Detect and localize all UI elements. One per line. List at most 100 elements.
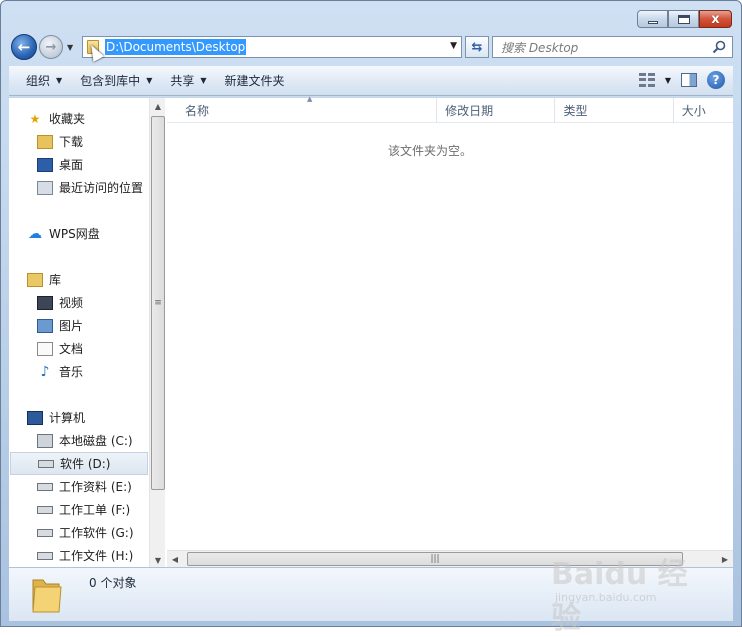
maximize-button[interactable]: [668, 10, 699, 28]
address-path[interactable]: D:\Documents\Desktop: [105, 39, 247, 55]
share-menu[interactable]: 共享 ▼: [161, 66, 215, 95]
picture-icon: [37, 318, 53, 333]
column-type-label: 类型: [563, 104, 588, 118]
column-modified[interactable]: 修改日期: [437, 98, 556, 123]
computer-icon: [27, 410, 43, 425]
drive-icon: [37, 482, 53, 491]
sidebar-item-desktop[interactable]: 桌面: [37, 153, 165, 176]
refresh-icon: ⇆: [471, 39, 483, 55]
sidebar-item-drive-e[interactable]: 工作资料 (E:): [37, 475, 165, 498]
folder-icon: [32, 579, 62, 613]
chevron-down-icon: ▼: [56, 76, 63, 85]
search-icon[interactable]: [712, 40, 726, 54]
arrow-right-icon: →: [45, 39, 57, 55]
minimize-button[interactable]: [637, 10, 668, 28]
scroll-right-icon[interactable]: ▶: [717, 551, 733, 567]
column-type[interactable]: 类型: [555, 98, 674, 123]
sidebar-item-label: 软件 (D:): [60, 457, 111, 471]
sidebar-item-videos[interactable]: 视频: [37, 291, 165, 314]
music-note-icon: ♪: [40, 363, 50, 380]
file-list-pane[interactable]: ▲ 名称 修改日期 类型 大小 该文件夹为空。: [167, 95, 733, 568]
library-icon: [27, 272, 43, 287]
refresh-button[interactable]: ⇆: [465, 36, 489, 58]
sidebar-item-label: 收藏夹: [49, 112, 86, 126]
new-folder-button[interactable]: 新建文件夹: [216, 66, 294, 95]
sidebar-item-pictures[interactable]: 图片: [37, 314, 165, 337]
command-bar: 组织 ▼ 包含到库中 ▼ 共享 ▼ 新建文件夹 ▼ ?: [9, 66, 733, 96]
sidebar-item-label: 本地磁盘 (C:): [59, 434, 133, 448]
drive-icon: [38, 459, 54, 468]
sidebar-item-label: 工作文件 (H:): [59, 549, 134, 563]
sidebar-item-documents[interactable]: 文档: [37, 337, 165, 360]
chevron-down-icon: ▼: [146, 76, 153, 85]
scroll-left-icon[interactable]: ◀: [167, 551, 183, 567]
maximize-icon: [677, 14, 690, 24]
download-folder-icon: [37, 134, 53, 149]
sidebar-item-computer[interactable]: 计算机: [27, 406, 165, 429]
scrollbar-thumb[interactable]: ≡: [151, 116, 165, 490]
organize-menu[interactable]: 组织 ▼: [17, 66, 71, 95]
close-button[interactable]: x: [699, 10, 732, 28]
scroll-down-icon[interactable]: ▼: [150, 552, 165, 568]
sidebar-item-libraries[interactable]: 库: [27, 268, 165, 291]
sidebar-item-downloads[interactable]: 下载: [37, 130, 165, 153]
search-placeholder: 搜索 Desktop: [501, 40, 579, 55]
address-dropdown-icon[interactable]: ▼: [450, 41, 457, 51]
sidebar-item-label: 视频: [59, 296, 84, 310]
minimize-icon: [647, 20, 658, 24]
sidebar-item-label: 最近访问的位置: [59, 181, 144, 195]
video-icon: [37, 295, 53, 310]
sidebar-item-drive-d[interactable]: 软件 (D:): [10, 452, 148, 475]
view-options-icon[interactable]: [638, 73, 655, 87]
sidebar-item-recent[interactable]: 最近访问的位置: [37, 176, 165, 199]
sidebar-item-label: 计算机: [49, 411, 86, 425]
drive-icon: [37, 528, 53, 537]
sidebar-item-label: WPS网盘: [49, 227, 100, 241]
sidebar-item-drive-f[interactable]: 工作工单 (F:): [37, 498, 165, 521]
star-icon: ★: [29, 111, 41, 126]
preview-pane-icon[interactable]: [681, 73, 697, 87]
recent-places-icon: [37, 180, 53, 195]
back-button[interactable]: ←: [11, 34, 37, 60]
scroll-up-icon[interactable]: ▲: [150, 98, 165, 114]
cloud-icon: ☁: [28, 225, 42, 242]
desktop-icon: [37, 157, 53, 172]
item-count: 0 个对象: [89, 576, 137, 590]
sidebar-item-label: 桌面: [59, 158, 84, 172]
column-modified-label: 修改日期: [445, 104, 494, 118]
column-size[interactable]: 大小: [674, 98, 733, 123]
sidebar-item-favorites[interactable]: ★ 收藏夹: [27, 107, 165, 130]
window-controls: x: [637, 10, 732, 28]
drive-icon: [37, 505, 53, 514]
column-name[interactable]: 名称: [167, 98, 438, 123]
system-drive-icon: [37, 433, 53, 448]
drive-icon: [37, 551, 53, 560]
sidebar-item-drive-c[interactable]: 本地磁盘 (C:): [37, 429, 165, 452]
sidebar-item-label: 库: [49, 273, 62, 287]
forward-button[interactable]: →: [39, 35, 63, 59]
sidebar-item-drive-h[interactable]: 工作文件 (H:): [37, 544, 165, 567]
sidebar-item-label: 图片: [59, 319, 84, 333]
toolbar-right-group: ▼ ?: [638, 71, 725, 89]
sidebar-item-label: 下载: [59, 135, 84, 149]
column-size-label: 大小: [681, 104, 706, 118]
arrow-left-icon: ←: [17, 38, 31, 56]
chevron-down-icon: ▼: [200, 76, 207, 85]
sidebar-item-label: 文档: [59, 342, 84, 356]
document-icon: [37, 341, 53, 356]
include-library-menu[interactable]: 包含到库中 ▼: [71, 66, 161, 95]
sidebar-item-drive-g[interactable]: 工作软件 (G:): [37, 521, 165, 544]
help-icon[interactable]: ?: [707, 71, 725, 89]
close-icon: x: [711, 11, 720, 27]
share-label: 共享: [170, 74, 195, 88]
sidebar-item-music[interactable]: ♪ 音乐: [37, 360, 165, 383]
view-dropdown-icon[interactable]: ▼: [665, 76, 671, 85]
organize-label: 组织: [26, 74, 51, 88]
sidebar-item-wps[interactable]: ☁ WPS网盘: [27, 222, 165, 245]
sidebar-scrollbar[interactable]: ▲ ≡ ▼: [149, 98, 165, 568]
search-box[interactable]: 搜索 Desktop: [492, 36, 733, 58]
sidebar-item-label: 工作资料 (E:): [59, 480, 132, 494]
address-bar[interactable]: D:\Documents\Desktop ▼: [82, 36, 462, 58]
recent-pages-dropdown[interactable]: ▼: [67, 43, 73, 52]
navigation-pane: ★ 收藏夹 下载 桌面 最近访问的位置 ☁ WPS网盘 库 视频 图片 文档 ♪ 音乐…: [9, 98, 165, 568]
